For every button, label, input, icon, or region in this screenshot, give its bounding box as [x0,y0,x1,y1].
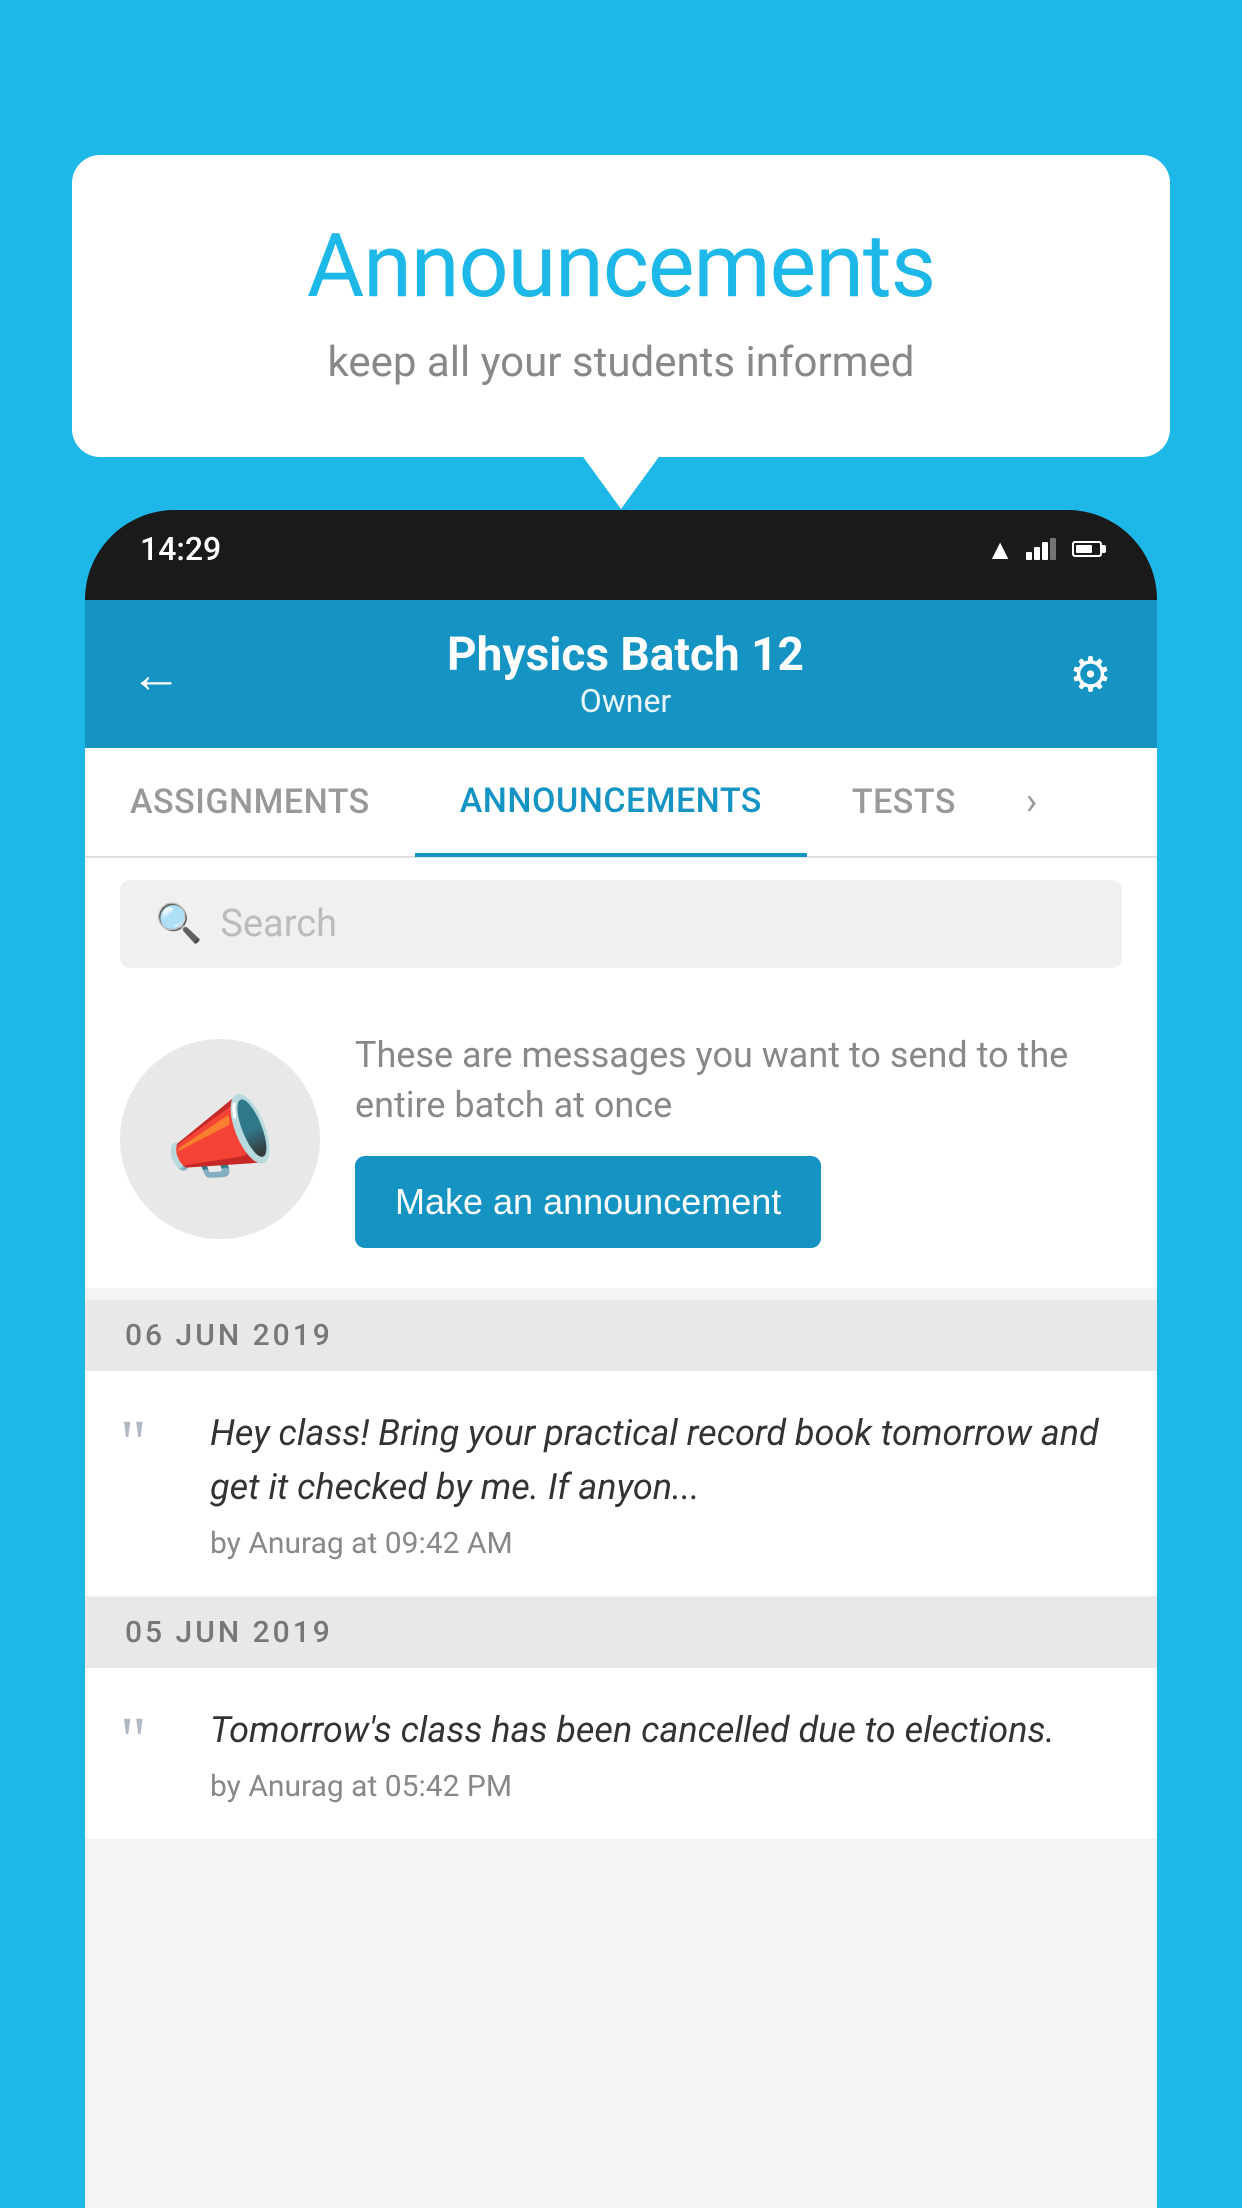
search-input[interactable]: 🔍 Search [120,880,1122,968]
date-divider-2: 05 JUN 2019 [85,1597,1157,1668]
notch-area: 14:29 ▲ [85,510,1157,600]
speech-bubble-container: Announcements keep all your students inf… [72,155,1170,457]
signal-icon [1026,538,1056,560]
promo-description: These are messages you want to send to t… [355,1030,1122,1131]
announcement-text-2: Tomorrow's class has been cancelled due … [210,1703,1122,1757]
wifi-icon: ▲ [986,533,1014,566]
announcement-promo: 📣 These are messages you want to send to… [85,990,1157,1288]
tab-more[interactable]: › [1001,748,1062,856]
app-bar-title: Physics Batch 12 [182,628,1069,682]
announcement-item-1[interactable]: " Hey class! Bring your practical record… [85,1371,1157,1597]
phone-notch [531,510,711,565]
announcement-meta-2: by Anurag at 05:42 PM [210,1769,1122,1804]
search-placeholder-text: Search [220,902,337,946]
make-announcement-button[interactable]: Make an announcement [355,1156,821,1248]
settings-icon[interactable]: ⚙ [1069,646,1112,703]
speech-bubble-title: Announcements [152,215,1090,318]
promo-icon-circle: 📣 [120,1039,320,1239]
status-time: 14:29 [140,530,221,568]
status-icons: ▲ [986,533,1102,566]
quote-icon-1: " [120,1411,180,1476]
announcement-item-2[interactable]: " Tomorrow's class has been cancelled du… [85,1668,1157,1840]
megaphone-icon: 📣 [164,1086,276,1191]
app-bar-subtitle: Owner [182,682,1069,720]
battery-icon [1072,541,1102,557]
tab-tests[interactable]: TESTS [807,750,1001,854]
screen: ← Physics Batch 12 Owner ⚙ ASSIGNMENTS A… [85,600,1157,2208]
announcement-content-1: Hey class! Bring your practical record b… [210,1406,1122,1561]
announcement-text-1: Hey class! Bring your practical record b… [210,1406,1122,1514]
back-button[interactable]: ← [130,644,182,705]
search-container: 🔍 Search [85,858,1157,990]
speech-bubble: Announcements keep all your students inf… [72,155,1170,457]
tab-announcements[interactable]: ANNOUNCEMENTS [415,749,807,857]
announcement-content-2: Tomorrow's class has been cancelled due … [210,1703,1122,1804]
tab-assignments[interactable]: ASSIGNMENTS [85,750,415,854]
promo-content: These are messages you want to send to t… [355,1030,1122,1248]
date-divider-1: 06 JUN 2019 [85,1300,1157,1371]
announcement-meta-1: by Anurag at 09:42 AM [210,1526,1122,1561]
speech-bubble-subtitle: keep all your students informed [152,338,1090,387]
tabs-bar: ASSIGNMENTS ANNOUNCEMENTS TESTS › [85,748,1157,858]
phone-frame: 14:29 ▲ ← Phys [85,510,1157,2208]
search-icon: 🔍 [155,902,202,946]
app-bar: ← Physics Batch 12 Owner ⚙ [85,600,1157,748]
app-bar-center: Physics Batch 12 Owner [182,628,1069,720]
quote-icon-2: " [120,1708,180,1773]
